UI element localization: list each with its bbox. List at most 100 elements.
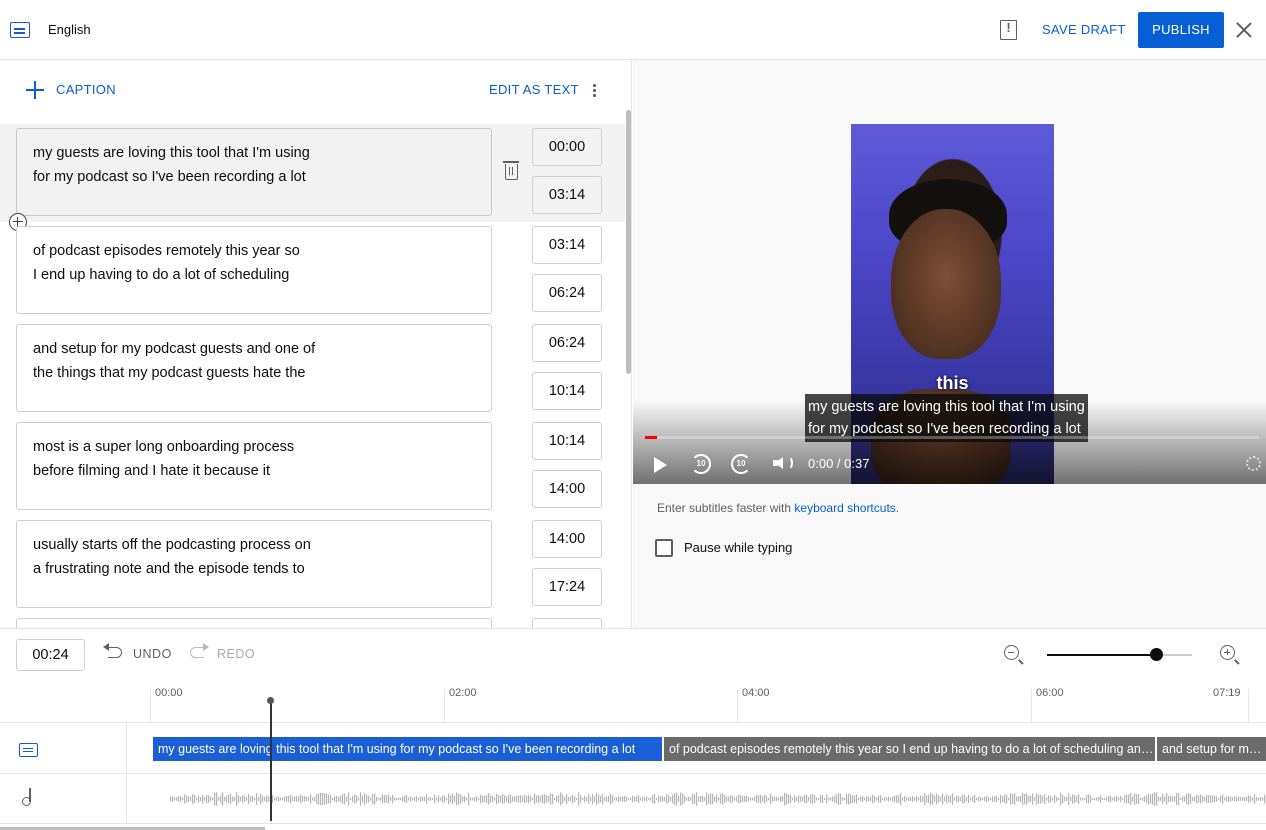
waveform-bar [826, 794, 828, 804]
waveform-bar [830, 797, 832, 801]
waveform-bar [846, 794, 848, 804]
waveform-bar [764, 794, 766, 804]
waveform-bar [938, 795, 940, 803]
waveform-bar [218, 797, 220, 801]
waveform-bar [580, 794, 582, 804]
rewind-10-icon[interactable]: 10 [691, 454, 711, 474]
caption-start-time[interactable]: 06:24 [532, 324, 602, 362]
tip-text: Enter subtitles faster with [657, 501, 795, 515]
waveform-bar [1090, 795, 1092, 803]
caption-editor-panel: CAPTION EDIT AS TEXT my guests are lovin… [0, 60, 632, 628]
edit-as-text-button[interactable]: EDIT AS TEXT [489, 82, 579, 97]
waveform-bar [1000, 794, 1002, 804]
save-draft-button[interactable]: SAVE DRAFT [1030, 12, 1138, 48]
caption-text-field[interactable]: of podcast episodes remotely this year s… [16, 226, 492, 314]
forward-10-icon[interactable]: 10 [731, 454, 751, 474]
caption-end-time[interactable]: 17:24 [532, 568, 602, 606]
waveform-bar [354, 794, 356, 804]
waveform-bar [500, 795, 502, 803]
video-player[interactable]: this my guests are loving this tool that… [633, 60, 1266, 484]
waveform-bar [278, 796, 280, 802]
preview-panel: this my guests are loving this tool that… [633, 60, 1266, 628]
waveform-bar [686, 797, 688, 801]
caption-line: of podcast episodes remotely this year s… [33, 243, 300, 259]
keyboard-shortcuts-link[interactable]: keyboard shortcuts [794, 501, 895, 515]
waveform-bar [710, 793, 712, 805]
waveform-bar [180, 796, 182, 802]
playhead-handle[interactable] [267, 697, 274, 704]
timeline-ruler[interactable]: 00:00 02:00 04:00 06:00 07:19 [0, 681, 1266, 723]
add-caption-button[interactable]: CAPTION [56, 82, 116, 97]
publish-button[interactable]: PUBLISH [1138, 12, 1224, 48]
caption-start-time[interactable]: 03:14 [532, 226, 602, 264]
waveform-bar [576, 797, 578, 801]
pause-while-typing-label[interactable]: Pause while typing [684, 540, 792, 555]
caption-end-time[interactable]: 14:00 [532, 470, 602, 508]
waveform-bar [412, 797, 414, 801]
waveform-bar [980, 797, 982, 801]
waveform-bar [930, 792, 932, 806]
editor-header: English SAVE DRAFT PUBLISH [0, 0, 1266, 60]
waveform-bar [848, 793, 850, 805]
caption-end-time[interactable]: 10:14 [532, 372, 602, 410]
zoom-in-icon[interactable] [1220, 645, 1240, 665]
waveform-bar [802, 796, 804, 802]
volume-icon[interactable] [773, 457, 783, 469]
pause-while-typing-checkbox[interactable] [655, 539, 673, 557]
waveform-bar [488, 793, 490, 805]
waveform-bar [1010, 793, 1012, 805]
waveform-bar [438, 795, 440, 803]
timeline-caption-segment[interactable]: and setup for my podcast guests [1157, 737, 1266, 761]
waveform-bar [806, 794, 808, 804]
tick-label: 04:00 [742, 687, 770, 699]
waveform-bar [474, 796, 476, 802]
waveform-bar [886, 797, 888, 801]
waveform-bar [414, 796, 416, 802]
caption-row: usually starts off the podcasting proces… [0, 516, 625, 614]
waveform-bar [904, 796, 906, 802]
more-options-icon[interactable] [591, 82, 597, 98]
redo-icon [190, 643, 209, 658]
caption-start-time[interactable] [532, 618, 602, 628]
waveform-bar [1002, 796, 1004, 802]
feedback-icon[interactable] [1000, 20, 1017, 40]
waveform-bar [320, 792, 322, 806]
caption-start-time[interactable]: 14:00 [532, 520, 602, 558]
progress-bar[interactable] [645, 436, 1259, 439]
waveform-bar [1016, 796, 1018, 802]
waveform-bar [742, 796, 744, 802]
plus-icon[interactable] [26, 81, 44, 99]
waveform-bar [536, 795, 538, 803]
close-icon[interactable] [1233, 19, 1255, 41]
caption-text-field[interactable]: usually starts off the podcasting proces… [16, 520, 492, 608]
current-time-input[interactable]: 00:24 [16, 639, 85, 671]
waveform-bar [512, 796, 514, 802]
caption-end-time[interactable]: 03:14 [532, 176, 602, 214]
timeline-caption-segment[interactable]: my guests are loving this tool that I'm … [153, 737, 662, 761]
timeline-caption-segment[interactable]: of podcast episodes remotely this year s… [664, 737, 1155, 761]
waveform-bar [668, 795, 670, 803]
burned-in-caption: this [936, 373, 969, 393]
caption-list-scrollbar[interactable] [626, 110, 631, 374]
caption-text-field[interactable] [16, 618, 492, 628]
playhead[interactable] [270, 699, 272, 821]
caption-start-time[interactable]: 00:00 [532, 128, 602, 166]
undo-button[interactable]: UNDO [133, 647, 172, 661]
caption-end-time[interactable]: 06:24 [532, 274, 602, 312]
waveform-bar [808, 796, 810, 802]
caption-start-time[interactable]: 10:14 [532, 422, 602, 460]
undo-icon[interactable] [103, 643, 122, 658]
caption-text-field[interactable]: most is a super long onboarding process … [16, 422, 492, 510]
waveform-bar [388, 794, 390, 804]
waveform-bar [1208, 795, 1210, 803]
waveform-bar [1254, 794, 1256, 804]
gear-icon[interactable] [1246, 456, 1261, 471]
waveform-bar [1044, 794, 1046, 804]
caption-text-field[interactable]: my guests are loving this tool that I'm … [16, 128, 492, 216]
play-icon[interactable] [654, 457, 667, 473]
caption-text-field[interactable]: and setup for my podcast guests and one … [16, 324, 492, 412]
caption-row: most is a super long onboarding process … [0, 418, 625, 516]
zoom-out-icon[interactable] [1004, 645, 1024, 665]
zoom-slider-thumb[interactable] [1150, 648, 1163, 661]
trash-icon[interactable] [503, 161, 519, 180]
